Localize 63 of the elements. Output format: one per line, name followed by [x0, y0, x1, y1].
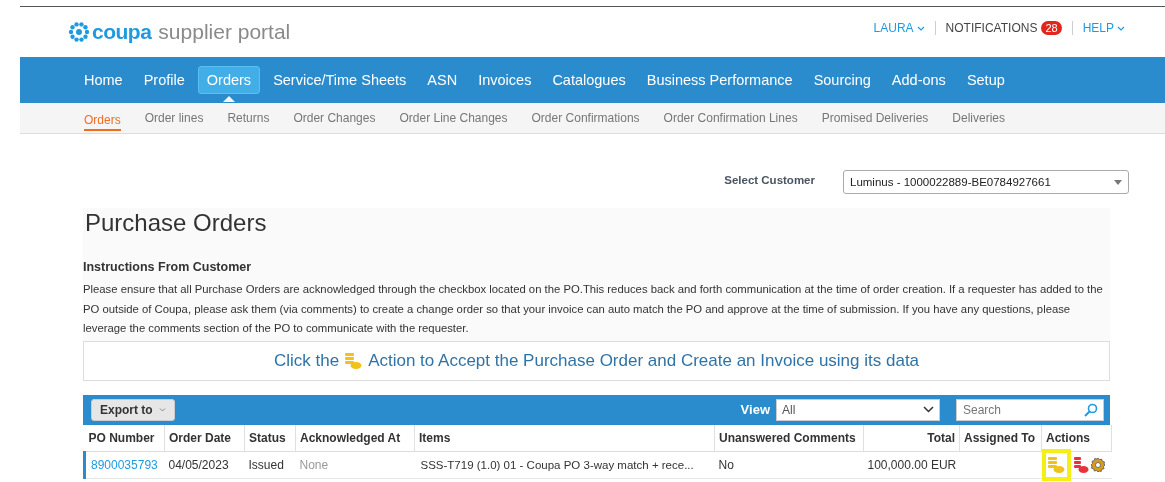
settings-icon[interactable] — [1089, 456, 1106, 473]
logo-product: supplier portal — [158, 20, 291, 44]
select-customer-label: Select Customer — [724, 174, 815, 186]
column-header[interactable]: Status — [244, 424, 296, 451]
notifications-link[interactable]: NOTIFICATIONS — [945, 21, 1038, 35]
nav-tab[interactable]: Business Performance — [638, 67, 801, 93]
chevron-down-icon — [916, 25, 925, 31]
subnav-tab[interactable]: Promised Deliveries — [821, 107, 929, 129]
caret-icon — [1114, 179, 1122, 185]
nav-tab[interactable]: Catalogues — [544, 67, 634, 93]
nav-tab[interactable]: Setup — [958, 67, 1013, 93]
table-cell: 100,000.00 EUR — [863, 451, 960, 479]
po-number-link[interactable]: 8900035793 — [91, 457, 158, 472]
column-header[interactable]: PO Number — [84, 424, 165, 451]
view-dropdown[interactable]: All — [776, 398, 940, 421]
search-field[interactable]: Search — [956, 398, 1104, 421]
nav-tab[interactable]: Invoices — [470, 67, 540, 93]
banner-text: Click the — [273, 350, 340, 371]
subnav-tab[interactable]: Returns — [227, 107, 270, 129]
chevron-down-icon — [158, 407, 166, 412]
column-header[interactable]: Items — [414, 424, 715, 451]
subnav-tab[interactable]: Order Confirmations — [531, 107, 640, 129]
table-cell: None — [295, 451, 415, 479]
nav-tab[interactable]: Sourcing — [805, 67, 879, 93]
export-button[interactable]: Export to — [91, 398, 175, 421]
logo-brand: coupa — [92, 20, 152, 44]
banner-text: Action to Accept the Purchase Order and Create an Invoice using its data — [368, 350, 920, 371]
column-header[interactable]: Unanswered Comments — [714, 424, 864, 451]
subnav-tab[interactable]: Order lines — [144, 107, 204, 129]
search-icon — [1084, 402, 1098, 417]
table-cell: Issued — [244, 451, 296, 479]
logo-icon — [68, 21, 90, 43]
nav-tab[interactable]: Add-ons — [883, 67, 954, 93]
coins-icon[interactable] — [1073, 456, 1089, 473]
user-menu[interactable]: LAURA — [873, 21, 925, 35]
nav-tab[interactable]: ASN — [419, 67, 466, 93]
subnav-tab[interactable]: Order Changes — [293, 107, 376, 129]
column-header[interactable]: Order Date — [164, 424, 245, 451]
column-header[interactable]: Assigned To — [959, 424, 1042, 451]
notification-count-badge: 28 — [1041, 21, 1062, 35]
subnav-tab[interactable]: Orders — [84, 109, 121, 131]
customer-dropdown[interactable]: Luminus - 1000022889-BE0784927661 — [843, 170, 1129, 194]
page-title: Purchase Orders — [84, 208, 268, 238]
column-header[interactable]: Acknowledged At — [295, 424, 415, 451]
table-row[interactable]: 8900035793 04/05/2023 Issued None SSS-T719 (1.0) 01 - Coupa PO 3-way match + rece... No 100,000.00 EUR — [84, 451, 1112, 479]
nav-tab[interactable]: Service/Time Sheets — [265, 67, 415, 93]
subnav-tab[interactable]: Order Line Changes — [399, 107, 508, 129]
help-menu[interactable]: HELP — [1082, 21, 1125, 35]
instructions-text: Please ensure that all Purchase Orders are acknowledged through the checkbox located on the PO.This reduces back and forth communication at the time of order creation. If a requester has added to the PO outside of Coupa, please ask them (via comments) to create a change order so that your invoice can auto match the PO and approve at the time of submission. If you have any questions, please leverage the comments section of the PO to communicate with the requester. — [83, 282, 1104, 336]
subnav-tab[interactable]: Deliveries — [952, 107, 1006, 129]
subnav-tab[interactable]: Order Confirmation Lines — [663, 107, 798, 129]
table-cell: No — [714, 451, 864, 479]
chevron-down-icon — [1117, 25, 1125, 31]
coins-icon — [345, 352, 363, 369]
column-header[interactable]: Total — [863, 424, 960, 451]
nav-tab[interactable]: Home — [76, 67, 131, 93]
instructions-heading: Instructions From Customer — [83, 260, 253, 274]
nav-tab[interactable]: Profile — [135, 67, 193, 93]
view-label: View — [740, 402, 770, 417]
table-cell: 04/05/2023 — [164, 451, 245, 479]
chevron-down-icon — [923, 406, 934, 413]
column-header[interactable]: Actions — [1041, 424, 1112, 451]
table-cell: SSS-T719 (1.0) 01 - Coupa PO 3-way match + rece... — [414, 451, 715, 479]
